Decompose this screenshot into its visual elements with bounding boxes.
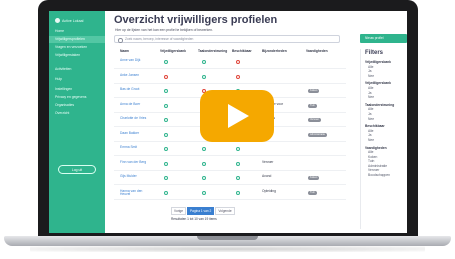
profile-name-link[interactable]: Daan Bakker [120,131,150,136]
profile-name-link[interactable]: Anne van Dijk [120,58,150,63]
logout-button[interactable]: Log uit [58,165,96,174]
sidebar-item-organisaties[interactable]: Organisaties [49,102,105,109]
filter-option[interactable]: Boodschappen [365,173,407,178]
page-subtitle: Hier op de lijsten van het kan een profi… [115,28,214,32]
check-icon [202,161,206,166]
column-header-beschikbaar[interactable]: Beschikbaar [232,49,252,53]
laptop-notch [197,236,258,240]
check-icon [236,161,240,166]
sidebar-item-activiteiten[interactable]: Activiteiten [49,66,105,73]
filter-group: Vaardigheden Alle Koken Tuin Administratie Ve… [365,146,407,178]
check-icon [202,60,206,64]
check-icon [202,176,206,180]
table-row[interactable]: Anne van Dijk [114,57,346,69]
brand-logo[interactable]: Active Lokaal [55,16,99,25]
profile-name-link[interactable]: Finn van der Berg [120,160,150,165]
column-header-taalondersteuning[interactable]: Taalondersteuning [198,49,227,53]
brand-name: Active Lokaal [62,18,84,23]
filter-option[interactable]: Nee [365,138,407,143]
sidebar-item-instellingen[interactable]: Instellingen [49,86,105,93]
search-placeholder: Zoek naam, beroep, interesse of vaardigh… [125,37,194,41]
pagination-prev[interactable]: Vorige [171,207,187,215]
table-row[interactable]: Emma Smit [114,144,346,156]
filter-group: Vrijwilligersbank Alle Ja Nee [365,81,407,99]
filter-option[interactable]: Nee [365,95,407,100]
pagination-next[interactable]: Volgende [215,207,235,215]
skill-tag: Administratie [308,132,327,137]
row-note: Vervoer [262,159,274,164]
profile-name-link[interactable]: Anke Jansen [120,73,150,78]
cross-icon [236,74,240,79]
check-icon [164,161,168,166]
filter-option[interactable]: Nee [365,74,407,79]
search-input[interactable]: Zoek naam, beroep, interesse of vaardigh… [114,35,340,43]
sidebar-item-overzicht[interactable]: Overzicht [49,110,105,117]
brand-icon [55,18,60,23]
check-icon [236,176,240,180]
profile-name-link[interactable]: Hanna van den Heuvel [120,189,150,198]
check-icon [164,132,168,137]
check-icon [164,89,168,93]
table-row[interactable]: Finn van der Berg Vervoer [114,159,346,171]
search-icon [118,38,123,43]
row-note: Avond [262,174,272,178]
skill-tag: Koken [308,176,320,180]
cross-icon [164,74,168,79]
check-icon [236,147,240,151]
filter-group: Taalondersteuning Alle Ja Nee [365,103,407,121]
skill-tag: Vervoer [308,118,321,122]
sidebar-item-privacy[interactable]: Privacy en gegevens [49,94,105,101]
new-profile-button[interactable]: Nieuw profiel [360,34,407,43]
column-header-vaardigheden[interactable]: Vaardigheden [306,49,328,53]
pagination: Vorige Pagina 1 van 2 Volgende [171,207,235,215]
check-icon [202,74,206,79]
cross-icon [236,60,240,64]
profile-name-link[interactable]: Anna de Boer [120,102,150,107]
page-title: Overzicht vrijwilligers profielen [114,14,278,26]
sidebar-item-taken[interactable]: Vrijwilligerstaken [49,52,105,59]
profile-name-link[interactable]: Charlotte de Vries [120,116,150,121]
filter-option[interactable]: Nee [365,117,407,122]
column-header-bijzonderheden[interactable]: Bijzonderheden [262,49,287,53]
profile-name-link[interactable]: Emma Smit [120,145,150,150]
row-note: Opleiding [262,188,276,193]
filters-title: Filters [365,50,384,56]
video-play-button[interactable] [200,90,274,142]
profile-name-link[interactable]: Gijs Mulder [120,174,150,179]
check-icon [236,190,240,195]
table-row[interactable]: Hanna van den Heuvel Opleiding Tuin [114,188,346,200]
skill-tag: Tuin [308,190,317,195]
check-icon [164,60,168,64]
skill-tag: Tuin [308,103,317,108]
table-row[interactable]: Anke Jansen [114,72,346,84]
check-icon [164,190,168,195]
table-header: Naam Vrijwilligersbank Taalondersteuning… [114,49,346,55]
column-header-vrijwilligersbank[interactable]: Vrijwilligersbank [160,49,186,53]
check-icon [164,103,168,108]
filter-groups: Vrijwilligersbank Alle Ja Nee Vrijwilligersb… [365,60,407,178]
laptop-shadow [30,246,425,252]
profile-name-link[interactable]: Bas de Groot [120,87,150,92]
sidebar-item-vragen[interactable]: Vragen en verzoeken [49,44,105,51]
sidebar: Active Lokaal Home Vrijwilligersprofiele… [49,11,105,233]
check-icon [164,176,168,180]
check-icon [164,147,168,151]
check-icon [202,190,206,195]
play-icon [228,104,249,128]
table-row[interactable]: Gijs Mulder Avond Koken [114,173,346,185]
filter-group: Beschikbaar Alle Ja Nee [365,124,407,142]
column-header-naam[interactable]: Naam [120,49,129,53]
sidebar-item-profielen[interactable]: Vrijwilligersprofielen [49,36,105,43]
pagination-current[interactable]: Pagina 1 van 2 [187,207,215,215]
sidebar-item-hulp[interactable]: Hulp [49,76,105,83]
check-icon [202,147,206,151]
skill-tag: Koken [308,89,320,93]
result-count: Resultaten 1 tot 10 van 19 items [171,217,217,221]
sidebar-item-home[interactable]: Home [49,28,105,35]
filters-panel: Filters Vrijwilligersbank Alle Ja Nee Vrijwi… [360,49,407,229]
filter-group: Vrijwilligersbank Alle Ja Nee [365,60,407,78]
check-icon [164,118,168,122]
